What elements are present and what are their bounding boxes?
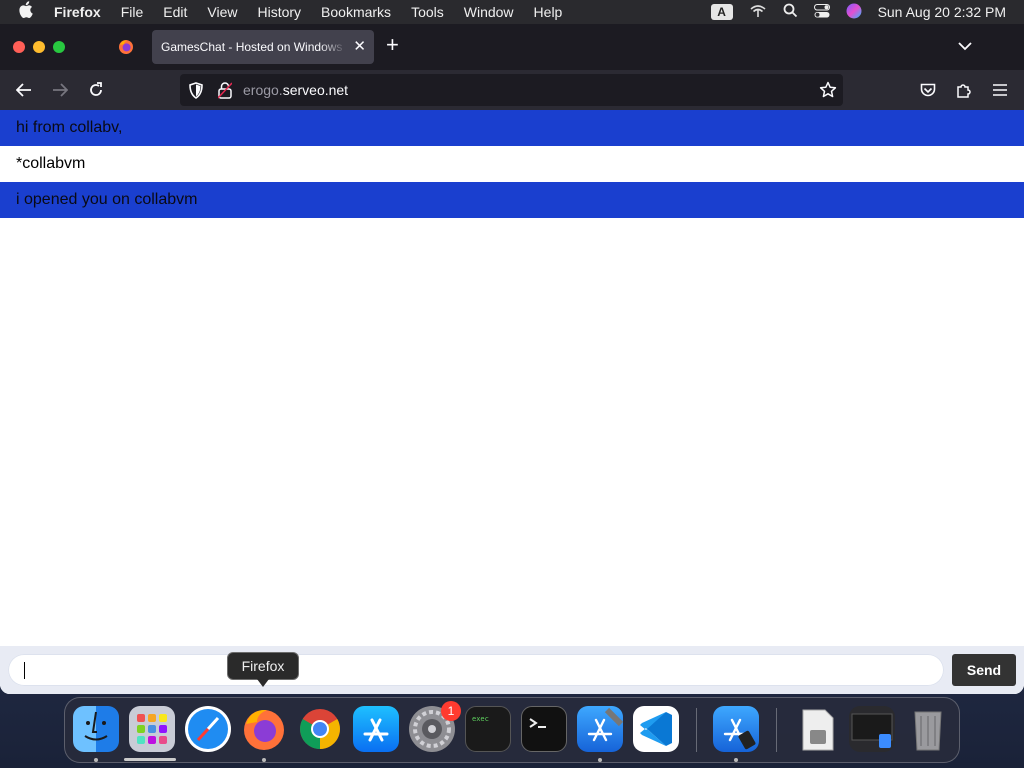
screenshot-icon[interactable] [849, 706, 895, 752]
menu-tools[interactable]: Tools [411, 4, 444, 20]
window-close-button[interactable] [13, 41, 25, 53]
url-domain: serveo.net [282, 82, 349, 98]
script-editor-icon[interactable]: exec [465, 706, 511, 752]
menu-file[interactable]: File [121, 4, 144, 20]
nav-bar: erogo.serveo.net [0, 70, 1024, 110]
message-item: *collabvm [0, 146, 1024, 182]
forward-button[interactable] [50, 80, 70, 100]
svg-text:exec: exec [472, 715, 489, 723]
finder-icon[interactable] [73, 706, 119, 752]
url-text[interactable]: erogo.serveo.net [243, 82, 348, 98]
send-button[interactable]: Send [952, 654, 1016, 686]
text-caret [24, 662, 25, 679]
tracking-protection-shield-icon[interactable] [188, 82, 204, 104]
tab-bar: GamesChat - Hosted on Windows 10 ✕ + [0, 24, 1024, 70]
firefox-icon[interactable] [241, 706, 287, 752]
message-item: i opened you on collabvm [0, 182, 1024, 218]
safari-icon[interactable] [185, 706, 231, 752]
extensions-puzzle-icon[interactable] [954, 80, 974, 100]
dock-separator [696, 708, 697, 752]
window-minimize-button[interactable] [33, 41, 45, 53]
menu-bar: Firefox File Edit View History Bookmarks… [0, 0, 1024, 24]
list-all-tabs-chevron-icon[interactable] [958, 38, 972, 56]
menu-app-name[interactable]: Firefox [54, 4, 101, 20]
insecure-lock-icon[interactable] [217, 82, 233, 104]
apple-menu-icon[interactable] [18, 1, 34, 23]
browser-window: GamesChat - Hosted on Windows 10 ✕ + ero… [0, 24, 1024, 694]
message-list: hi from collabv, *collabvm i opened you … [0, 110, 1024, 218]
tab-close-icon[interactable]: ✕ [353, 37, 366, 55]
message-item: hi from collabv, [0, 110, 1024, 146]
running-indicator [734, 758, 738, 762]
bookmark-star-icon[interactable] [819, 81, 837, 104]
app-store-icon[interactable] [353, 706, 399, 752]
dock: 1 exec [64, 697, 960, 763]
trash-icon[interactable] [905, 706, 951, 752]
reload-button[interactable] [86, 80, 106, 100]
new-tab-button[interactable]: + [386, 34, 399, 56]
back-button[interactable] [14, 80, 34, 100]
spotlight-search-icon[interactable] [783, 3, 798, 21]
menu-clock[interactable]: Sun Aug 20 2:32 PM [878, 4, 1006, 20]
installer-icon[interactable] [795, 706, 841, 752]
running-indicator [94, 758, 98, 762]
menu-edit[interactable]: Edit [163, 4, 187, 20]
url-bar[interactable]: erogo.serveo.net [180, 74, 843, 106]
siri-icon[interactable] [846, 3, 862, 22]
menu-help[interactable]: Help [534, 4, 563, 20]
pocket-icon[interactable] [918, 80, 938, 100]
window-zoom-button[interactable] [53, 41, 65, 53]
menu-view[interactable]: View [207, 4, 237, 20]
wifi-icon[interactable] [749, 3, 767, 22]
input-source-icon[interactable]: A [710, 4, 733, 20]
simulator-icon[interactable] [713, 706, 759, 752]
dock-scroll-indicator [124, 758, 176, 761]
tab-active[interactable]: GamesChat - Hosted on Windows 10 ✕ [152, 30, 374, 64]
running-indicator [262, 758, 266, 762]
dock-tooltip-arrow [257, 679, 269, 687]
chat-page: hi from collabv, *collabvm i opened you … [0, 110, 1024, 694]
system-settings-icon[interactable]: 1 [409, 701, 461, 752]
app-menu-hamburger-icon[interactable] [990, 80, 1010, 100]
chrome-icon[interactable] [297, 706, 343, 752]
tab-title: GamesChat - Hosted on Windows 10 [161, 40, 347, 54]
vscode-icon[interactable] [633, 706, 679, 752]
control-center-icon[interactable] [813, 3, 830, 21]
message-composer: Send [0, 646, 1024, 694]
pinned-tab-firefox-icon[interactable] [118, 39, 134, 55]
dock-separator [776, 708, 777, 752]
running-indicator [598, 758, 602, 762]
launchpad-icon[interactable] [129, 706, 175, 752]
xcode-icon[interactable] [577, 706, 624, 752]
url-subdomain: erogo. [243, 82, 283, 98]
menu-window[interactable]: Window [464, 4, 514, 20]
menu-bookmarks[interactable]: Bookmarks [321, 4, 391, 20]
message-input[interactable] [8, 654, 944, 686]
notification-badge: 1 [441, 701, 461, 721]
menu-history[interactable]: History [257, 4, 301, 20]
dock-tooltip: Firefox [227, 652, 299, 680]
terminal-icon[interactable] [521, 706, 567, 752]
